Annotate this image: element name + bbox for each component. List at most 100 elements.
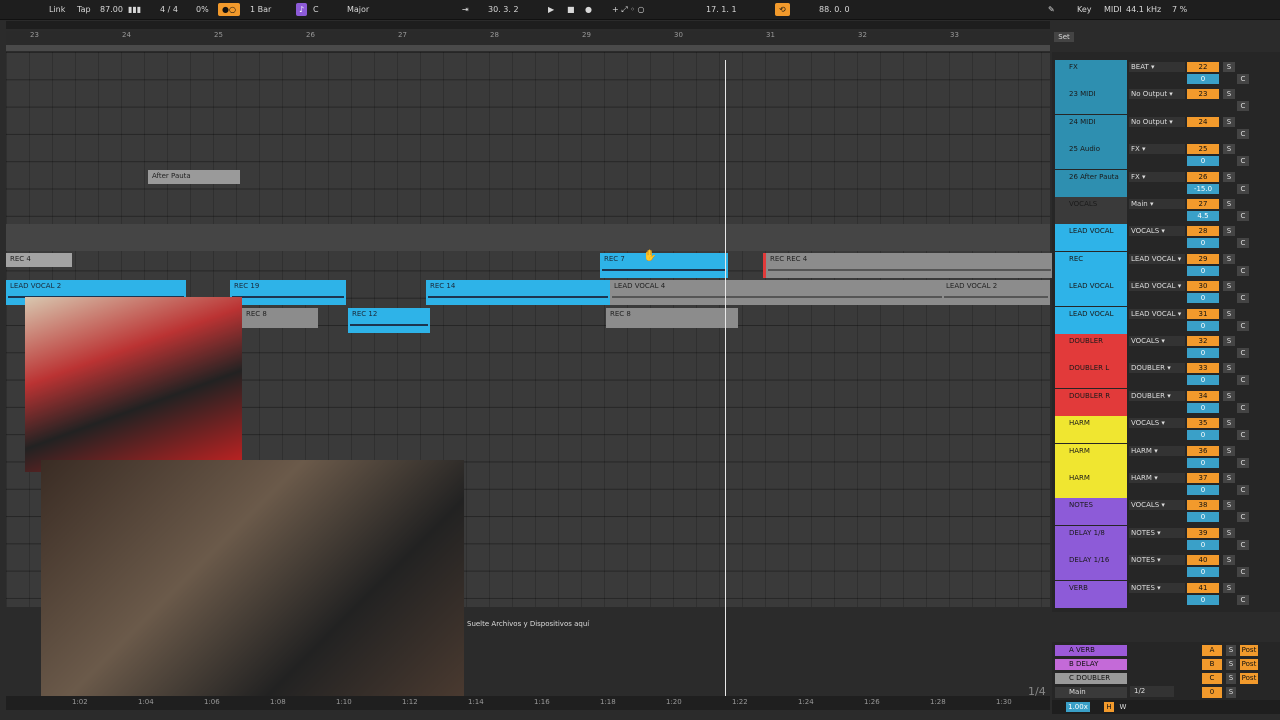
- clip[interactable]: REC 8: [242, 308, 318, 328]
- track-activator[interactable]: 29: [1187, 253, 1219, 264]
- track-name[interactable]: 25 Audio: [1055, 142, 1127, 170]
- track-output-select[interactable]: FX ▾: [1129, 144, 1185, 155]
- return-name[interactable]: Main: [1055, 687, 1127, 698]
- track-name[interactable]: NOTES: [1055, 498, 1127, 526]
- track-activator[interactable]: 40: [1187, 555, 1219, 566]
- solo-button[interactable]: S: [1223, 363, 1235, 374]
- track-name[interactable]: 23 MIDI: [1055, 87, 1127, 115]
- clip[interactable]: REC 12: [348, 308, 430, 333]
- cue-button[interactable]: C: [1237, 320, 1249, 331]
- track-activator[interactable]: 35: [1187, 418, 1219, 429]
- track-output-select[interactable]: NOTES ▾: [1129, 555, 1185, 566]
- draw-mode-icon[interactable]: ✎: [1048, 3, 1055, 16]
- track-output-select[interactable]: VOCALS ▾: [1129, 500, 1185, 511]
- track-volume[interactable]: 0: [1187, 238, 1219, 249]
- track-name[interactable]: VERB: [1055, 580, 1127, 608]
- track-activator[interactable]: 38: [1187, 500, 1219, 511]
- track-name[interactable]: 24 MIDI: [1055, 114, 1127, 142]
- set-button[interactable]: Set: [1054, 32, 1074, 42]
- quantize-select[interactable]: 1 Bar: [250, 3, 271, 16]
- track-header[interactable]: 23 MIDI No Output ▾ 23 S C: [1052, 87, 1280, 115]
- return-label[interactable]: B: [1202, 659, 1222, 670]
- track-name[interactable]: FX: [1055, 60, 1127, 87]
- track-output-select[interactable]: Main ▾: [1129, 199, 1185, 209]
- cue-button[interactable]: C: [1237, 238, 1249, 249]
- solo-button[interactable]: S: [1223, 582, 1235, 593]
- post-toggle[interactable]: Post: [1240, 645, 1258, 656]
- track-header[interactable]: NOTES VOCALS ▾ 38 0 S C: [1052, 498, 1280, 526]
- track-volume[interactable]: 0: [1187, 265, 1219, 276]
- track-name[interactable]: DOUBLER R: [1055, 388, 1127, 416]
- return-track[interactable]: A VERB A S Post: [1052, 644, 1280, 657]
- cue-button[interactable]: C: [1237, 485, 1249, 495]
- return-label[interactable]: 0: [1202, 687, 1222, 698]
- cue-button[interactable]: C: [1237, 457, 1249, 468]
- track-header[interactable]: LEAD VOCAL LEAD VOCAL ▾ 31 0 S C: [1052, 306, 1280, 334]
- return-label[interactable]: A: [1202, 645, 1222, 656]
- link-button[interactable]: Link: [49, 3, 65, 16]
- w-toggle[interactable]: W: [1118, 702, 1128, 712]
- clip[interactable]: LEAD VOCAL 4: [610, 280, 946, 305]
- tempo-field[interactable]: 87.00: [100, 3, 123, 16]
- solo-button[interactable]: S: [1223, 171, 1235, 182]
- track-volume[interactable]: 0: [1187, 594, 1219, 605]
- cue-button[interactable]: C: [1237, 594, 1249, 605]
- solo-button[interactable]: S: [1223, 253, 1235, 264]
- track-activator[interactable]: 28: [1187, 226, 1219, 237]
- post-toggle[interactable]: Post: [1240, 659, 1258, 670]
- track-header[interactable]: DELAY 1/16 NOTES ▾ 40 0 S C: [1052, 553, 1280, 581]
- track-output-select[interactable]: BEAT ▾: [1129, 62, 1185, 72]
- track-output-select[interactable]: FX ▾: [1129, 171, 1185, 182]
- track-name[interactable]: DELAY 1/8: [1055, 525, 1127, 553]
- solo-button[interactable]: S: [1223, 62, 1235, 72]
- track-output-select[interactable]: NOTES ▾: [1129, 582, 1185, 593]
- return-track[interactable]: C DOUBLER C S Post: [1052, 672, 1280, 685]
- clip[interactable]: REC 19: [230, 280, 346, 305]
- midi-map-button[interactable]: MIDI: [1104, 3, 1122, 16]
- overview-strip[interactable]: [6, 21, 1050, 29]
- cue-button[interactable]: C: [1237, 183, 1249, 194]
- track-header[interactable]: VOCALS Main ▾ 27 4.5 S C: [1052, 197, 1280, 224]
- solo-button[interactable]: S: [1223, 527, 1235, 538]
- track-activator[interactable]: 22: [1187, 62, 1219, 72]
- loop-start-field[interactable]: 17. 1. 1: [706, 3, 737, 16]
- track-volume[interactable]: 0: [1187, 348, 1219, 358]
- main-output-select[interactable]: 1/2: [1130, 686, 1174, 697]
- track-volume[interactable]: 0: [1187, 430, 1219, 441]
- track-header[interactable]: HARM HARM ▾ 36 0 S C: [1052, 443, 1280, 471]
- track-activator[interactable]: 33: [1187, 363, 1219, 374]
- play-icon[interactable]: ▶: [548, 3, 554, 16]
- track-header[interactable]: FX BEAT ▾ 22 0 S C: [1052, 60, 1280, 87]
- solo-button[interactable]: S: [1226, 687, 1236, 698]
- track-name[interactable]: 26 After Pauta: [1055, 169, 1127, 197]
- track-output-select[interactable]: VOCALS ▾: [1129, 418, 1185, 429]
- track-output-select[interactable]: No Output ▾: [1129, 116, 1185, 127]
- track-volume[interactable]: -15.0: [1187, 183, 1219, 194]
- arrangement-position[interactable]: 30. 3. 2: [488, 3, 519, 16]
- track-header[interactable]: HARM HARM ▾ 37 0 S C: [1052, 471, 1280, 498]
- track-activator[interactable]: 24: [1187, 116, 1219, 127]
- cue-button[interactable]: C: [1237, 348, 1249, 358]
- cue-button[interactable]: C: [1237, 539, 1249, 550]
- cue-button[interactable]: C: [1237, 375, 1249, 386]
- track-output-select[interactable]: VOCALS ▾: [1129, 226, 1185, 237]
- track-header[interactable]: DOUBLER VOCALS ▾ 32 0 S C: [1052, 334, 1280, 361]
- clip[interactable]: REC 14: [426, 280, 610, 305]
- solo-button[interactable]: S: [1223, 226, 1235, 237]
- track-name[interactable]: LEAD VOCAL: [1055, 279, 1127, 307]
- track-activator[interactable]: 23: [1187, 89, 1219, 100]
- clip[interactable]: LEAD VOCAL 2: [942, 280, 1050, 305]
- cue-button[interactable]: C: [1237, 293, 1249, 304]
- track-output-select[interactable]: No Output ▾: [1129, 89, 1185, 100]
- track-volume[interactable]: 0: [1187, 320, 1219, 331]
- cue-button[interactable]: C: [1237, 74, 1249, 84]
- zoom-level[interactable]: 1.00x: [1066, 702, 1090, 712]
- solo-button[interactable]: S: [1223, 308, 1235, 319]
- solo-button[interactable]: S: [1223, 116, 1235, 127]
- track-output-select[interactable]: DOUBLER ▾: [1129, 390, 1185, 401]
- track-activator[interactable]: 30: [1187, 281, 1219, 292]
- solo-button[interactable]: S: [1223, 390, 1235, 401]
- track-activator[interactable]: 39: [1187, 527, 1219, 538]
- overdub-icons[interactable]: + ⤢ ◦ ○: [612, 3, 644, 16]
- track-name[interactable]: LEAD VOCAL: [1055, 306, 1127, 334]
